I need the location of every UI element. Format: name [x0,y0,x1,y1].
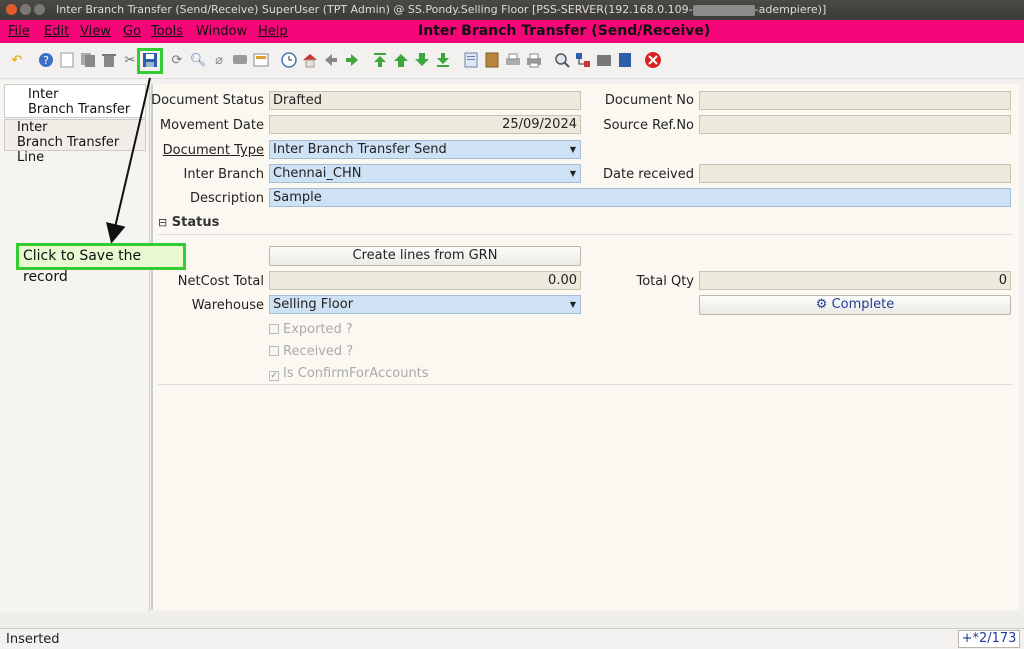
bottom-spacer [0,612,1024,628]
save-callout: Click to Save the record [16,243,186,285]
record-navigator[interactable]: +*2/173 [958,630,1020,648]
annotation-arrow [105,77,151,244]
statusbar: Inserted +*2/173 [0,628,1024,649]
status-message: Inserted [6,632,60,647]
